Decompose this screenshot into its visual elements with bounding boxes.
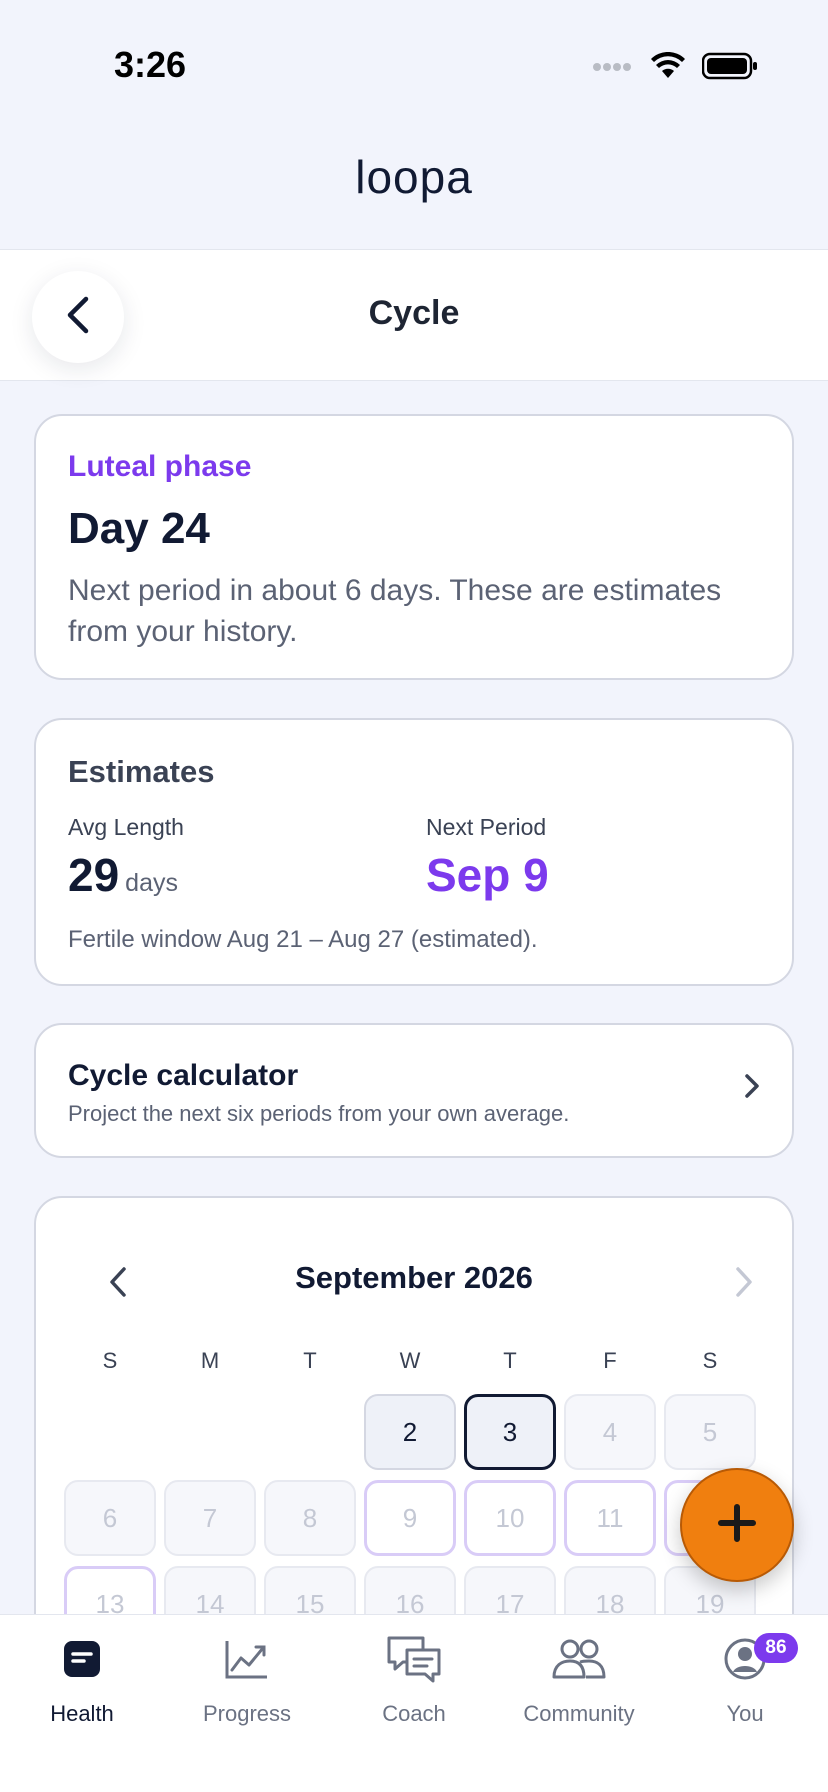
people-icon <box>550 1637 608 1686</box>
weekday-label: S <box>702 1348 718 1373</box>
weekday-label: M <box>200 1348 220 1373</box>
page-title: Cycle <box>368 294 460 332</box>
nav-header: Cycle <box>0 249 828 381</box>
chart-icon <box>224 1638 270 1685</box>
plus-icon <box>715 1501 759 1550</box>
tab-coach[interactable]: Coach <box>339 1633 489 1727</box>
tab-health-label: Health <box>50 1701 114 1726</box>
next-period-value: Sep 9 <box>426 849 549 901</box>
tab-progress-label: Progress <box>202 1701 292 1726</box>
calendar-day[interactable]: 5 <box>664 1394 756 1470</box>
avg-length-unit: days <box>125 869 178 897</box>
calendar-day[interactable]: 2 <box>364 1394 456 1470</box>
loopa-logo: loopa <box>355 151 473 203</box>
weekday-label: W <box>399 1348 421 1373</box>
status-bar: 3:26 <box>0 0 828 120</box>
tab-community-label: Community <box>523 1701 635 1726</box>
calculator-title: Cycle calculator <box>68 1059 299 1092</box>
fertile-window: Fertile window Aug 21 – Aug 27 (estimate… <box>68 926 538 953</box>
weekday-label: T <box>503 1348 517 1373</box>
notification-badge: 86 <box>754 1633 798 1663</box>
brand: loopa <box>0 150 828 204</box>
calendar-day[interactable]: 11 <box>564 1480 656 1556</box>
calendar-day[interactable]: 6 <box>64 1480 156 1556</box>
calendar-day[interactable]: 8 <box>264 1480 356 1556</box>
tab-coach-label: Coach <box>382 1701 446 1726</box>
status-icons <box>592 51 758 85</box>
calendar-day-today[interactable]: 3 <box>464 1394 556 1470</box>
avg-length-label: Avg Length <box>68 814 184 840</box>
tab-progress[interactable]: Progress <box>172 1633 322 1727</box>
tab-you-label: You <box>726 1701 764 1726</box>
avg-length-value-group: 29 days <box>68 848 178 902</box>
tab-bar: Health Progress Coach Community You 86 <box>0 1614 828 1792</box>
wifi-icon <box>650 51 686 85</box>
tab-you[interactable]: You 86 <box>670 1633 820 1727</box>
estimates-card: Estimates Avg Length Next Period 29 days … <box>34 718 794 986</box>
phase-label: Luteal phase <box>68 450 252 483</box>
estimates-title: Estimates <box>68 754 215 789</box>
tab-community[interactable]: Community <box>504 1633 654 1727</box>
chevron-right-icon <box>742 1071 762 1106</box>
chevron-right-icon <box>733 1265 755 1304</box>
battery-icon <box>701 52 758 85</box>
status-time: 3:26 <box>114 44 187 85</box>
weekday-label: T <box>303 1348 317 1373</box>
calculator-subtitle: Project the next six periods from your o… <box>68 1101 570 1126</box>
tab-health[interactable]: Health <box>7 1633 157 1727</box>
calendar-day[interactable]: 7 <box>164 1480 256 1556</box>
health-icon <box>62 1639 102 1684</box>
next-month-button[interactable] <box>722 1262 766 1306</box>
phase-note: Next period in about 6 days. These are e… <box>68 574 722 648</box>
calendar-day[interactable]: 9 <box>364 1480 456 1556</box>
next-period-label: Next Period <box>426 814 547 840</box>
weekday-label: S <box>102 1348 118 1373</box>
phase-card: Luteal phase Day 24 Next period in about… <box>34 414 794 680</box>
avg-length-value: 29 <box>68 849 120 901</box>
calendar-day[interactable]: 4 <box>564 1394 656 1470</box>
calendar-month: September 2026 <box>295 1260 533 1295</box>
add-button[interactable] <box>680 1468 794 1582</box>
cycle-calculator-card[interactable]: Cycle calculator Project the next six pe… <box>34 1023 794 1158</box>
chat-icon <box>385 1634 443 1689</box>
signal-icon <box>592 60 634 78</box>
calendar-day[interactable]: 10 <box>464 1480 556 1556</box>
cycle-day: Day 24 <box>68 504 210 553</box>
weekday-label: F <box>603 1348 617 1373</box>
